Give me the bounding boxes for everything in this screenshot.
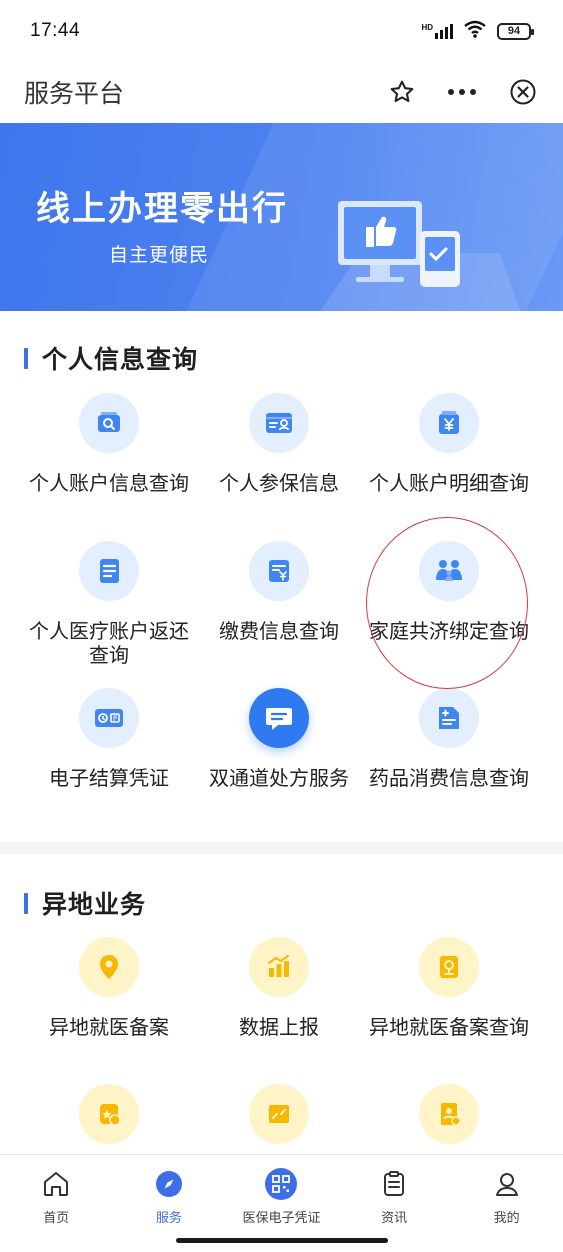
status-bar: 17:44 HD 94 [0, 0, 563, 62]
signal-icon: HD [421, 22, 453, 39]
section-title-text: 异地业务 [42, 890, 147, 919]
item-family-binding[interactable]: 家庭共济绑定查询 [364, 541, 534, 643]
nav-mine[interactable]: 我的 [457, 1167, 557, 1252]
item-remote-6[interactable] [364, 1084, 534, 1144]
prescription-message-icon [249, 688, 309, 748]
compass-icon [154, 1167, 184, 1201]
battery-icon: 94 [497, 22, 534, 40]
insurance-card-icon [249, 393, 309, 453]
clipboard-icon [379, 1167, 409, 1201]
family-icon [419, 541, 479, 601]
item-label: 缴费信息查询 [219, 619, 339, 643]
item-remote-filing[interactable]: 异地就医备案 [24, 937, 194, 1039]
computer-illustration-icon [300, 183, 520, 311]
item-label: 双通道处方服务 [209, 766, 349, 790]
item-account-detail[interactable]: 个人账户明细查询 [364, 393, 534, 495]
section-marker [24, 892, 28, 914]
section-title-remote: 异地业务 [24, 885, 146, 921]
settlement-voucher-icon [79, 688, 139, 748]
star-icon[interactable] [389, 79, 415, 105]
item-label: 异地就医备案 [49, 1015, 169, 1039]
banner[interactable]: 线上办理零出行 自主更便民 [0, 123, 563, 311]
nav-label: 我的 [493, 1211, 520, 1226]
item-payment-info[interactable]: 缴费信息查询 [194, 541, 364, 643]
document-list-icon [79, 541, 139, 601]
payment-icon [249, 541, 309, 601]
item-label: 药品消费信息查询 [369, 766, 529, 790]
battery-level: 94 [507, 25, 521, 37]
wifi-icon [463, 20, 487, 43]
account-search-icon [79, 393, 139, 453]
banner-title: 线上办理零出行 [36, 189, 288, 229]
qr-code-icon [264, 1167, 298, 1201]
item-remote-5[interactable] [194, 1084, 364, 1144]
item-account-info[interactable]: 个人账户信息查询 [24, 393, 194, 495]
title-bar: 服务平台 [0, 62, 563, 122]
status-icons: HD 94 [421, 20, 534, 43]
item-settlement-voucher[interactable]: 电子结算凭证 [24, 688, 194, 790]
nav-label: 服务 [155, 1211, 182, 1226]
item-remote-4[interactable] [24, 1084, 194, 1144]
yuan-detail-icon [419, 393, 479, 453]
item-label: 个人账户信息查询 [29, 471, 189, 495]
more-icon[interactable] [437, 88, 487, 96]
item-label: 个人账户明细查询 [369, 471, 529, 495]
close-icon[interactable] [509, 78, 537, 106]
page-title: 服务平台 [24, 79, 125, 108]
section-title-personal: 个人信息查询 [24, 340, 198, 376]
section-marker [24, 347, 28, 369]
home-indicator [176, 1238, 388, 1243]
title-actions [389, 78, 537, 106]
item-drug-consumption[interactable]: 药品消费信息查询 [364, 688, 534, 790]
item-remote-filing-query[interactable]: 异地就医备案查询 [364, 937, 534, 1039]
item-insurance-info[interactable]: 个人参保信息 [194, 393, 364, 495]
status-time: 17:44 [30, 20, 81, 41]
item-label: 家庭共济绑定查询 [369, 619, 529, 643]
banner-subtitle: 自主更便民 [109, 244, 210, 266]
home-icon [41, 1167, 71, 1201]
section-divider [0, 842, 563, 854]
item-medical-refund[interactable]: 个人医疗账户返还查询 [24, 541, 194, 667]
network-label: HD [421, 22, 433, 32]
nav-label: 医保电子凭证 [242, 1211, 321, 1226]
item-label: 个人医疗账户返还查询 [29, 619, 189, 667]
item-label: 电子结算凭证 [49, 766, 169, 790]
record-search-icon [419, 937, 479, 997]
location-pin-icon [79, 937, 139, 997]
transfer-icon [249, 1084, 309, 1144]
item-data-report[interactable]: 数据上报 [194, 937, 364, 1039]
item-label: 个人参保信息 [219, 471, 339, 495]
nav-label: 资讯 [381, 1211, 408, 1226]
nav-home[interactable]: 首页 [6, 1167, 106, 1252]
item-label: 数据上报 [239, 1015, 319, 1039]
bar-chart-icon [249, 937, 309, 997]
section-title-text: 个人信息查询 [42, 345, 199, 374]
nav-label: 首页 [43, 1211, 70, 1226]
item-dual-channel-prescription[interactable]: 双通道处方服务 [194, 688, 364, 790]
person-record-icon [419, 1084, 479, 1144]
star-badge-icon [79, 1084, 139, 1144]
item-label: 异地就医备案查询 [369, 1015, 529, 1039]
person-icon [492, 1167, 522, 1201]
drug-consumption-icon [419, 688, 479, 748]
